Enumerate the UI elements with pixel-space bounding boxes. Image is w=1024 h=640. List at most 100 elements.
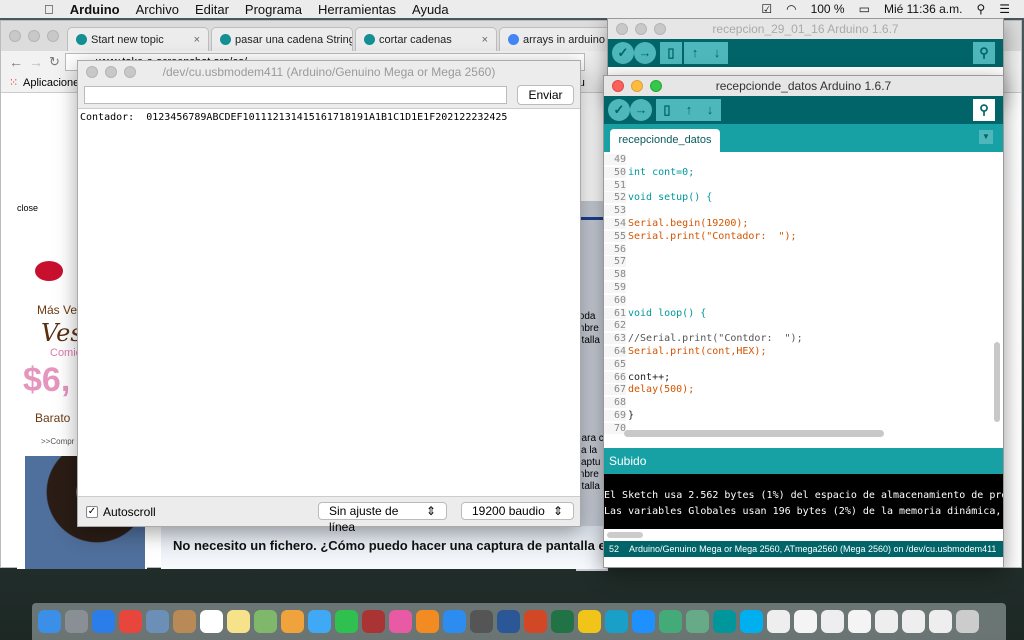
editor-horizontal-scrollbar[interactable] [624,430,884,437]
serial-monitor-icon[interactable]: ⚲ [973,99,995,121]
chevron-down-icon[interactable]: ▼ [979,130,993,144]
verify-icon[interactable]: ✓ [608,99,630,121]
arduino-icon [220,34,231,45]
calendar-icon[interactable] [200,610,223,633]
tab-recepcionde-datos[interactable]: recepcionde_datos [610,129,720,152]
code-editor[interactable]: 49 50 int cont=0; 51 52 void setup() {53 54 Ser… [604,152,1003,442]
save-icon[interactable]: ↓ [706,42,728,64]
serial-send-input[interactable] [84,86,507,104]
skype-icon[interactable] [740,610,763,633]
contacts-icon[interactable] [173,610,196,633]
list-icon[interactable]: ☰ [999,2,1010,16]
apps-icon[interactable]: ⁙ [9,76,18,89]
facetime-icon[interactable] [335,610,358,633]
app-store-icon[interactable] [443,610,466,633]
file-icon[interactable] [875,610,898,633]
upload-icon[interactable]: → [634,42,656,64]
close-icon[interactable]: × [194,34,200,46]
battery-icon: ▭ [858,2,870,16]
console-scrollbar[interactable] [604,529,1003,541]
code-line: Serial.print(cont,HEX); [628,346,767,357]
safari-icon[interactable] [92,610,115,633]
new-icon[interactable]: ▯ [656,99,678,121]
maps-icon[interactable] [254,610,277,633]
open-icon[interactable]: ↑ [684,42,706,64]
menu-app[interactable]: Arduino [70,2,120,17]
menu-ayuda[interactable]: Ayuda [412,2,449,17]
word-icon[interactable] [497,610,520,633]
window-controls[interactable] [9,30,59,42]
verify-icon[interactable]: ✓ [612,42,634,64]
menu-bar:  Arduino Archivo Editar Programa Herram… [0,0,1024,18]
apple-icon[interactable]:  [44,2,54,17]
file-icon[interactable] [902,610,925,633]
bookmark-aplicaciones[interactable]: Aplicaciones [23,77,85,89]
code-line: int cont=0; [628,166,695,178]
editor-vertical-scrollbar[interactable] [994,342,1000,422]
photo-booth-icon[interactable] [362,610,385,633]
file-icon[interactable] [848,610,871,633]
trash-icon[interactable] [956,610,979,633]
arduino-icon [364,34,375,45]
new-icon[interactable]: ▯ [660,42,682,64]
search-icon[interactable]: ⚲ [976,2,985,16]
tab-pasar-cadena[interactable]: pasar una cadena String× [211,27,353,51]
file-icon[interactable] [794,610,817,633]
menu-herramientas[interactable]: Herramientas [318,2,396,17]
lync-icon[interactable] [632,610,655,633]
send-button[interactable]: Enviar [517,85,574,105]
line-ending-select[interactable]: Sin ajuste de línea ⇕ [318,502,447,534]
arduino-file-icon[interactable] [929,610,952,633]
console-line: Las variables Globales usan 196 bytes (2… [604,506,1003,517]
checkmark-icon[interactable]: ✓ [86,506,98,518]
menu-archivo[interactable]: Archivo [136,2,179,17]
baud-rate-select[interactable]: 19200 baudio ⇕ [461,502,574,520]
itunes-icon[interactable] [389,610,412,633]
menu-editar[interactable]: Editar [195,2,229,17]
window-controls[interactable] [86,66,136,78]
messages-icon[interactable] [308,610,331,633]
line-number: 69 [604,410,626,421]
file-icon[interactable] [821,610,844,633]
check-icon[interactable]: ☑ [761,2,772,16]
ibooks-icon[interactable] [416,610,439,633]
system-preferences-icon[interactable] [470,610,493,633]
excel-icon[interactable] [551,610,574,633]
tab-cortar-cadenas[interactable]: cortar cadenas × [355,27,497,51]
window-controls[interactable] [616,23,666,35]
window-controls[interactable] [612,80,662,92]
forward-icon[interactable]: → [29,54,43,70]
tab-start-new-topic[interactable]: Start new topic × [67,27,209,51]
c-app-icon[interactable] [605,610,628,633]
back-icon[interactable]: ← [9,54,23,70]
code-line: void loop() { [628,307,707,319]
open-icon[interactable]: ↑ [678,99,700,121]
code-line: cont++; [628,371,671,383]
serial-monitor-icon[interactable]: ⚲ [973,42,995,64]
photos-icon[interactable] [281,610,304,633]
screen-sharing-icon[interactable] [686,610,709,633]
launchpad-icon[interactable] [65,610,88,633]
google-icon [508,34,519,45]
reload-icon[interactable]: ↻ [49,54,60,70]
finder-icon[interactable] [38,610,61,633]
notes-icon[interactable] [227,610,250,633]
menu-programa[interactable]: Programa [245,2,302,17]
line-number: 53 [604,205,626,217]
wifi-icon[interactable]: ◠ [786,2,796,16]
battery-status[interactable]: 100 % [811,2,845,16]
downloader-icon[interactable] [659,610,682,633]
arduino-icon[interactable] [713,610,736,633]
powerpoint-icon[interactable] [524,610,547,633]
clock[interactable]: Mié 11:36 a.m. [884,2,962,16]
close-icon[interactable]: × [482,34,488,46]
outlook-icon[interactable] [578,610,601,633]
serial-monitor-title: /dev/cu.usbmodem411 (Arduino/Genuino Meg… [162,65,496,79]
autoscroll-checkbox[interactable]: ✓ Autoscroll [86,505,156,519]
chrome-icon[interactable] [119,610,142,633]
preview-icon[interactable] [146,610,169,633]
document-icon[interactable] [767,610,790,633]
line-number: 67 [604,384,626,396]
save-icon[interactable]: ↓ [699,99,721,121]
upload-icon[interactable]: → [630,99,652,121]
